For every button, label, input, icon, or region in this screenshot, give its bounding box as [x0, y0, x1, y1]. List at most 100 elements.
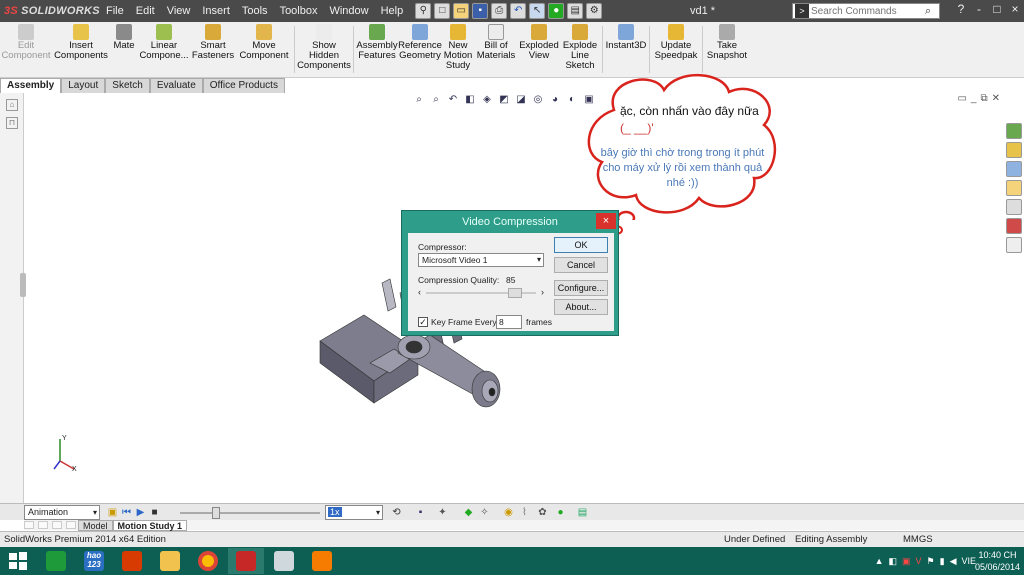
file-explorer-icon[interactable]	[1006, 180, 1022, 196]
stop-icon[interactable]: ■	[148, 506, 161, 519]
playback-mode-icon[interactable]: ⟲	[390, 506, 403, 519]
viewport-split-icon[interactable]: ▭	[957, 93, 966, 104]
insert-components-button[interactable]: Insert Components	[52, 22, 110, 77]
menu-tools[interactable]: Tools	[236, 0, 274, 22]
bill-of-materials-button[interactable]: Bill of Materials	[474, 22, 518, 77]
play-icon[interactable]: ▶	[134, 506, 147, 519]
system-clock[interactable]: 10:40 CH 05/06/2014	[975, 549, 1020, 573]
menu-view[interactable]: View	[161, 0, 197, 22]
viewport-minimize-icon[interactable]: _	[971, 93, 977, 104]
tab-layout[interactable]: Layout	[61, 78, 106, 93]
tab-sketch[interactable]: Sketch	[105, 78, 150, 93]
taskbar-hao123-app[interactable]: hao 123	[76, 548, 112, 574]
volume-icon[interactable]: ◀	[950, 556, 957, 567]
instant3d-button[interactable]: Instant3D	[605, 22, 647, 77]
search-icon[interactable]: ⌕	[925, 5, 931, 18]
take-snapshot-button[interactable]: Take Snapshot	[705, 22, 749, 77]
new-motion-study-button[interactable]: New Motion Study	[442, 22, 474, 77]
show-hidden-components-button[interactable]: Show Hidden Components	[297, 22, 351, 77]
appearances-icon[interactable]	[1006, 218, 1022, 234]
keyframe-checkbox[interactable]: ✓	[418, 317, 428, 327]
tray-flag-icon[interactable]: ⚑	[927, 556, 935, 567]
add-key-icon[interactable]: ✧	[478, 506, 491, 519]
tab-evaluate[interactable]: Evaluate	[149, 78, 203, 93]
hide-show-items-icon[interactable]: ◎	[531, 93, 545, 107]
slider-right-arrow-icon[interactable]: ›	[541, 287, 544, 297]
configure-button[interactable]: Configure...	[554, 280, 608, 296]
edit-appearance-icon[interactable]: ◕	[548, 93, 562, 107]
minimize-button[interactable]: -	[972, 2, 986, 16]
solidworks-logo[interactable]: 3S SOLIDWORKS	[0, 0, 100, 22]
cancel-button[interactable]: Cancel	[554, 257, 608, 273]
language-indicator[interactable]: VIE	[961, 556, 976, 566]
property-manager-icon[interactable]: ⊓	[6, 117, 18, 129]
viewport-restore-icon[interactable]: ⧉	[980, 93, 987, 104]
pin-icon[interactable]: ⚲	[415, 3, 432, 19]
units-status[interactable]: MMGS	[903, 532, 933, 547]
save-icon[interactable]: ▪	[472, 3, 489, 19]
tab-assembly[interactable]: Assembly	[0, 78, 62, 93]
open-folder-icon[interactable]: ▭	[453, 3, 470, 19]
playback-speed-select[interactable]: 1x ▾	[325, 505, 383, 520]
exploded-view-button[interactable]: Exploded View	[518, 22, 560, 77]
viewport-close-icon[interactable]: ✕	[992, 93, 1000, 104]
study-type-select[interactable]: Animation ▾	[24, 505, 100, 520]
network-icon[interactable]: ▮	[940, 556, 945, 567]
save-animation-icon[interactable]: ▪	[414, 506, 427, 519]
panel-collapse-handle[interactable]	[20, 273, 26, 297]
menu-help[interactable]: Help	[375, 0, 410, 22]
contact-icon[interactable]: ✿	[536, 506, 549, 519]
reference-geometry-button[interactable]: Reference Geometry	[398, 22, 442, 77]
rebuild-icon[interactable]: ●	[548, 3, 565, 19]
view-orientation-icon[interactable]: ◩	[497, 93, 511, 107]
dialog-close-button[interactable]: ×	[596, 213, 616, 229]
play-from-start-icon[interactable]: ⏮	[120, 506, 133, 519]
tray-up-arrow-icon[interactable]: ▲	[875, 556, 884, 566]
linear-pattern-button[interactable]: Linear Compone...	[138, 22, 190, 77]
tab-model[interactable]: Model	[78, 520, 113, 531]
tray-app-icon[interactable]: ◧	[888, 556, 897, 567]
design-library-icon[interactable]	[1006, 161, 1022, 177]
search-commands-box[interactable]: > ⌕	[792, 3, 940, 19]
search-input[interactable]	[811, 5, 921, 17]
compressor-select[interactable]: Microsoft Video 1 ▾	[418, 253, 544, 267]
move-component-button[interactable]: Move Component	[236, 22, 292, 77]
taskbar-explorer-app[interactable]	[152, 548, 188, 574]
undo-icon[interactable]: ↶	[510, 3, 527, 19]
solidworks-resources-icon[interactable]	[1006, 123, 1022, 139]
tab-office-products[interactable]: Office Products	[202, 78, 285, 93]
select-cursor-icon[interactable]: ↖	[529, 3, 546, 19]
taskbar-store-app[interactable]	[38, 548, 74, 574]
menu-insert[interactable]: Insert	[196, 0, 236, 22]
taskbar-player-app[interactable]	[304, 548, 340, 574]
about-button[interactable]: About...	[554, 299, 608, 315]
playback-slider-thumb[interactable]	[212, 507, 220, 519]
assembly-features-button[interactable]: Assembly Features	[356, 22, 398, 77]
motor-icon[interactable]: ◉	[502, 506, 515, 519]
help-button[interactable]: ?	[954, 2, 968, 16]
update-speedpak-button[interactable]: Update Speedpak	[652, 22, 700, 77]
maximize-button[interactable]: □	[990, 2, 1004, 16]
menu-edit[interactable]: Edit	[130, 0, 161, 22]
menu-toolbox[interactable]: Toolbox	[274, 0, 324, 22]
results-icon[interactable]: ▤	[576, 506, 589, 519]
dynamic-annotation-icon[interactable]: ◈	[480, 93, 494, 107]
menu-file[interactable]: File	[100, 0, 130, 22]
zoom-to-area-icon[interactable]: ⌕	[429, 93, 443, 107]
calculate-icon[interactable]: ▣	[106, 506, 119, 519]
animation-wizard-icon[interactable]: ✦	[436, 506, 449, 519]
playback-slider[interactable]	[180, 507, 320, 519]
taskbar-chrome-app[interactable]	[190, 548, 226, 574]
spring-icon[interactable]: ⌇	[518, 506, 531, 519]
start-button[interactable]	[0, 548, 36, 574]
ok-button[interactable]: OK	[554, 237, 608, 253]
tray-v-icon[interactable]: V	[916, 556, 922, 566]
autokey-icon[interactable]: ◆	[462, 506, 475, 519]
display-style-icon[interactable]: ◪	[514, 93, 528, 107]
explode-line-sketch-button[interactable]: Explode Line Sketch	[560, 22, 600, 77]
close-button[interactable]: ×	[1008, 2, 1022, 16]
taskbar-media-app[interactable]	[266, 548, 302, 574]
slider-thumb[interactable]	[508, 288, 522, 298]
menu-window[interactable]: Window	[323, 0, 374, 22]
feature-tree-icon[interactable]: ⌂	[6, 99, 18, 111]
